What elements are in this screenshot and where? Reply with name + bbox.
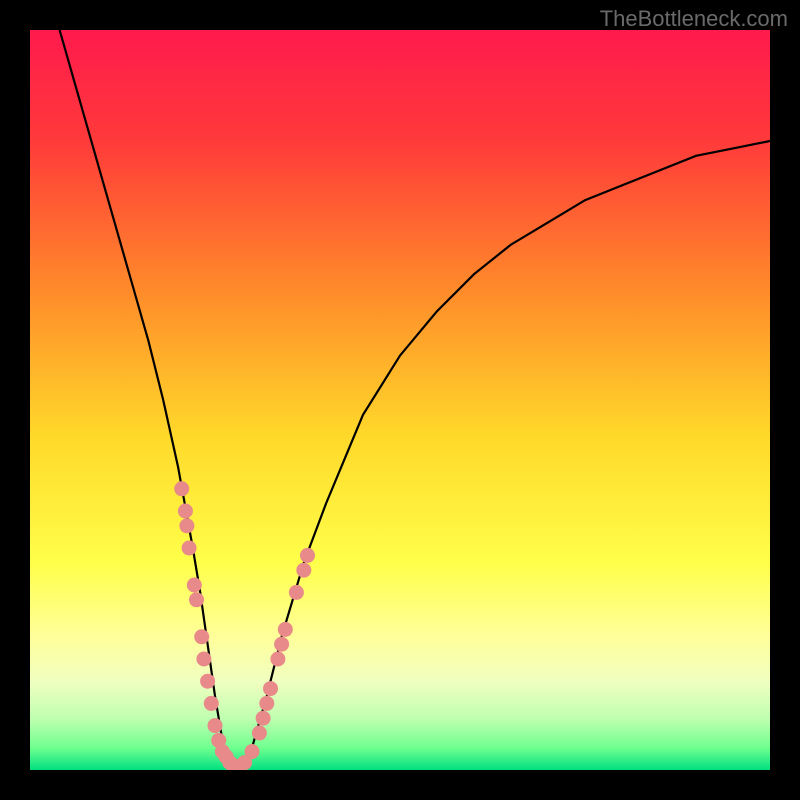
data-point-marker — [300, 548, 315, 563]
data-point-marker — [178, 504, 193, 519]
watermark-text: TheBottleneck.com — [600, 6, 788, 32]
data-point-marker — [204, 696, 219, 711]
data-point-marker — [256, 711, 271, 726]
data-point-marker — [208, 718, 223, 733]
data-point-marker — [179, 518, 194, 533]
data-point-marker — [274, 637, 289, 652]
data-point-marker — [245, 744, 260, 759]
data-point-marker — [174, 481, 189, 496]
data-point-marker — [200, 674, 215, 689]
data-point-marker — [278, 622, 293, 637]
curve-layer — [30, 30, 770, 770]
data-point-marker — [189, 592, 204, 607]
plot-area — [30, 30, 770, 770]
data-point-marker — [296, 563, 311, 578]
data-markers — [174, 481, 315, 770]
data-point-marker — [270, 652, 285, 667]
data-point-marker — [194, 629, 209, 644]
chart-frame: TheBottleneck.com — [0, 0, 800, 800]
data-point-marker — [289, 585, 304, 600]
data-point-marker — [187, 578, 202, 593]
bottleneck-curve — [60, 30, 770, 770]
data-point-marker — [182, 541, 197, 556]
data-point-marker — [263, 681, 278, 696]
data-point-marker — [196, 652, 211, 667]
data-point-marker — [252, 726, 267, 741]
data-point-marker — [259, 696, 274, 711]
